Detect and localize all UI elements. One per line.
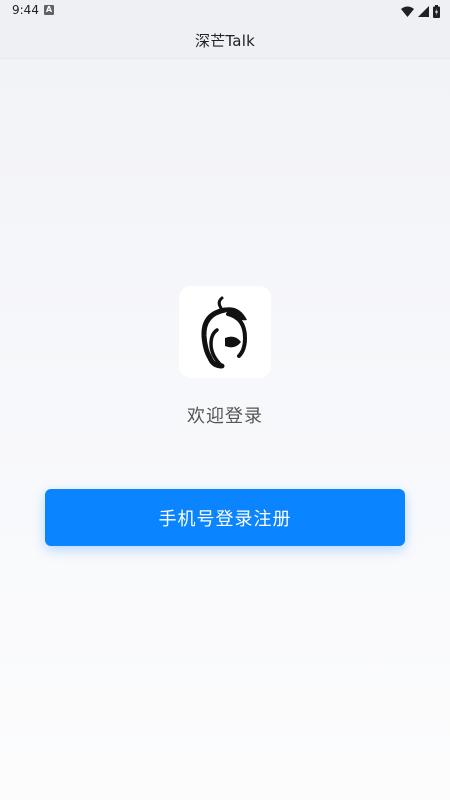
app-bar: 深芒Talk [0,22,450,59]
signal-icon [418,5,429,17]
battery-icon [433,4,440,18]
welcome-text: 欢迎登录 [187,406,263,427]
status-time: 9:44 [12,3,39,17]
status-icons [401,4,440,18]
status-bar: 9:44 A [0,0,450,22]
wifi-icon [401,6,414,17]
mango-logo-icon [201,296,248,369]
phone-login-register-button[interactable]: 手机号登录注册 [45,489,405,546]
notification-a-icon: A [44,5,54,15]
app-logo [179,286,271,378]
app-title: 深芒Talk [195,31,255,50]
